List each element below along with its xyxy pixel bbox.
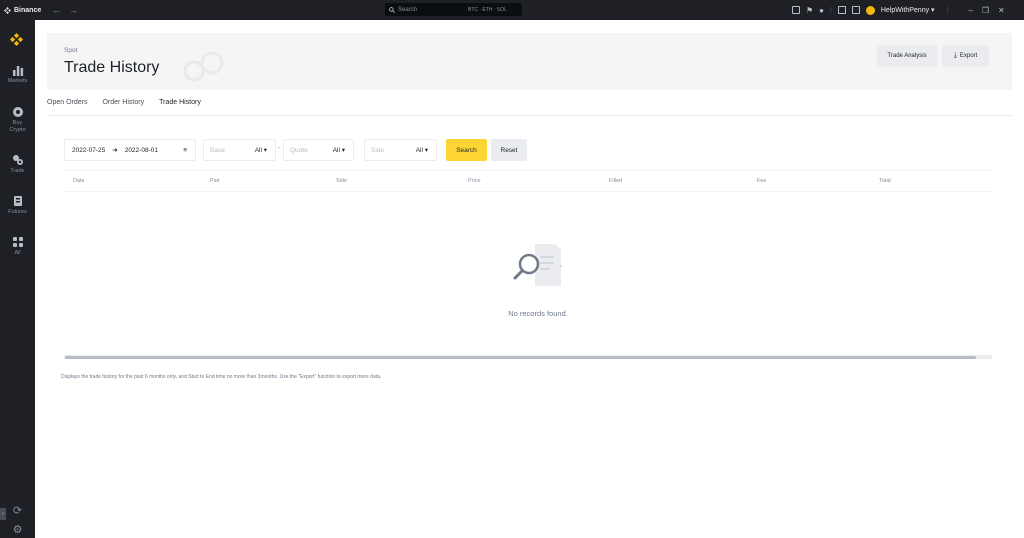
tab-order-history[interactable]: Order History <box>102 98 144 116</box>
search-input[interactable]: Search BTC · ETH · SOL <box>385 3 522 16</box>
date-range-picker[interactable]: 2022-07-25 ➜ 2022-08-01 ≡ <box>64 139 196 161</box>
sidebar-item-futures[interactable]: Futures <box>0 195 35 216</box>
minimize-icon[interactable]: – <box>968 6 972 15</box>
quote-select[interactable]: Quote All ▾ <box>283 139 354 161</box>
horizontal-scrollbar[interactable] <box>64 355 992 359</box>
wallet-icon[interactable] <box>837 6 846 14</box>
no-records-icon <box>513 244 562 286</box>
avatar[interactable] <box>865 5 875 15</box>
tab-divider <box>47 115 1012 116</box>
bar-chart-icon <box>12 66 23 76</box>
side-value: All <box>415 147 423 154</box>
buy-crypto-icon <box>12 107 23 117</box>
sidebar-item-label: Futures <box>8 209 27 215</box>
sidebar: Markets Buy Crypto Trade Futures All ⟳ ⚙… <box>0 20 35 538</box>
trade-analysis-label: Trade Analysis <box>887 53 927 59</box>
page-title: Trade History <box>64 59 160 76</box>
title-bar: Binance ← → Search BTC · ETH · SOL ⚑ ● |… <box>0 0 1024 20</box>
quote-selected: All ▾ <box>333 146 345 154</box>
back-arrow-icon[interactable]: ← <box>52 5 61 15</box>
maximize-icon[interactable]: ❐ <box>982 6 989 15</box>
user-group-icon[interactable]: ⚑ <box>806 6 813 15</box>
scrollbar-thumb[interactable] <box>65 355 976 359</box>
base-selected: All ▾ <box>255 146 267 154</box>
main-content: Spot Trade History Trade Analysis ⤓ Expo… <box>35 20 1024 538</box>
sidebar-item-all[interactable]: All <box>0 236 35 257</box>
empty-state-message: No records found. <box>508 309 568 318</box>
tab-trade-history[interactable]: Trade History <box>159 98 201 116</box>
binance-logo-icon[interactable] <box>10 33 23 46</box>
pair-separator: - <box>278 145 281 152</box>
binance-logo-icon <box>4 6 11 14</box>
decorative-illustration-icon <box>183 51 224 82</box>
tab-open-orders[interactable]: Open Orders <box>47 98 87 116</box>
table-header: Date Pair Side Price Filled Fee Total <box>64 170 992 192</box>
username-menu[interactable]: HelpWithPenny ▾ <box>881 6 935 14</box>
base-placeholder: Base <box>210 146 225 154</box>
search-icon <box>389 6 395 13</box>
trade-icon <box>12 155 23 165</box>
sidebar-item-label: Trade <box>10 168 25 174</box>
column-header-price: Price <box>468 178 481 184</box>
side-select[interactable]: Side All ▾ <box>364 139 437 161</box>
divider-icon: | <box>830 6 832 14</box>
export-label: Export <box>959 53 978 59</box>
app-brand: Binance <box>0 6 44 14</box>
settings-gear-icon[interactable]: ⚙ <box>0 523 35 536</box>
search-hint: BTC · ETH · SOL <box>468 6 507 13</box>
column-header-pair: Pair <box>210 178 220 184</box>
chevron-down-icon: ▾ <box>931 7 935 14</box>
trade-analysis-button[interactable]: Trade Analysis <box>877 45 937 67</box>
quote-placeholder: Quote <box>290 146 308 154</box>
history-tabs: Open Orders Order History Trade History <box>47 98 201 116</box>
sidebar-item-trade[interactable]: Trade <box>0 154 35 175</box>
end-date[interactable]: 2022-08-01 <box>125 147 158 154</box>
app-name: Binance <box>14 6 42 14</box>
search-button[interactable]: Search <box>446 139 487 161</box>
chevron-down-icon: ▾ <box>424 147 428 154</box>
column-header-date: Date <box>73 178 85 184</box>
side-selected: All ▾ <box>416 146 428 154</box>
futures-icon <box>13 196 22 206</box>
page-subtitle: Spot <box>64 47 78 54</box>
base-value: All <box>254 147 262 154</box>
close-icon[interactable]: ✕ <box>998 6 1005 15</box>
arrow-right-icon: ➜ <box>112 147 118 154</box>
side-placeholder: Side <box>371 146 385 154</box>
column-header-total: Total <box>879 178 891 184</box>
orders-icon[interactable] <box>851 6 860 14</box>
search-placeholder: Search <box>398 6 418 13</box>
username-label: HelpWithPenny <box>880 7 930 14</box>
reset-button[interactable]: Reset <box>491 139 527 161</box>
sidebar-item-label: Markets <box>7 78 28 84</box>
chevron-down-icon: ▾ <box>341 147 345 154</box>
base-select[interactable]: Base All ▾ <box>203 139 276 161</box>
forward-arrow-icon[interactable]: → <box>69 5 78 15</box>
screen-icon[interactable] <box>792 6 800 14</box>
history-footnote: Displays the trade history for the past … <box>61 374 382 380</box>
collapse-sidebar-icon[interactable]: ‹ <box>0 508 6 520</box>
page-header: Spot Trade History Trade Analysis ⤓ Expo… <box>47 33 1012 90</box>
download-icon: ⤓ <box>953 52 957 59</box>
calendar-icon[interactable]: ≡ <box>183 147 187 154</box>
export-button[interactable]: ⤓ Export <box>942 45 989 67</box>
divider-icon: | <box>946 6 949 14</box>
quote-value: All <box>332 147 340 154</box>
sidebar-item-buy-crypto[interactable]: Buy Crypto <box>0 106 35 134</box>
sidebar-item-label: All <box>14 250 21 256</box>
grid-icon <box>12 237 23 247</box>
sidebar-item-markets[interactable]: Markets <box>0 64 35 85</box>
sidebar-item-label: Buy Crypto <box>9 120 26 133</box>
chevron-down-icon: ▾ <box>263 147 267 154</box>
start-date[interactable]: 2022-07-25 <box>72 147 105 154</box>
notification-bell-icon[interactable]: ● <box>819 6 824 15</box>
column-header-fee: Fee <box>757 178 767 184</box>
column-header-filled: Filled <box>609 178 623 184</box>
column-header-side: Side <box>336 178 348 184</box>
